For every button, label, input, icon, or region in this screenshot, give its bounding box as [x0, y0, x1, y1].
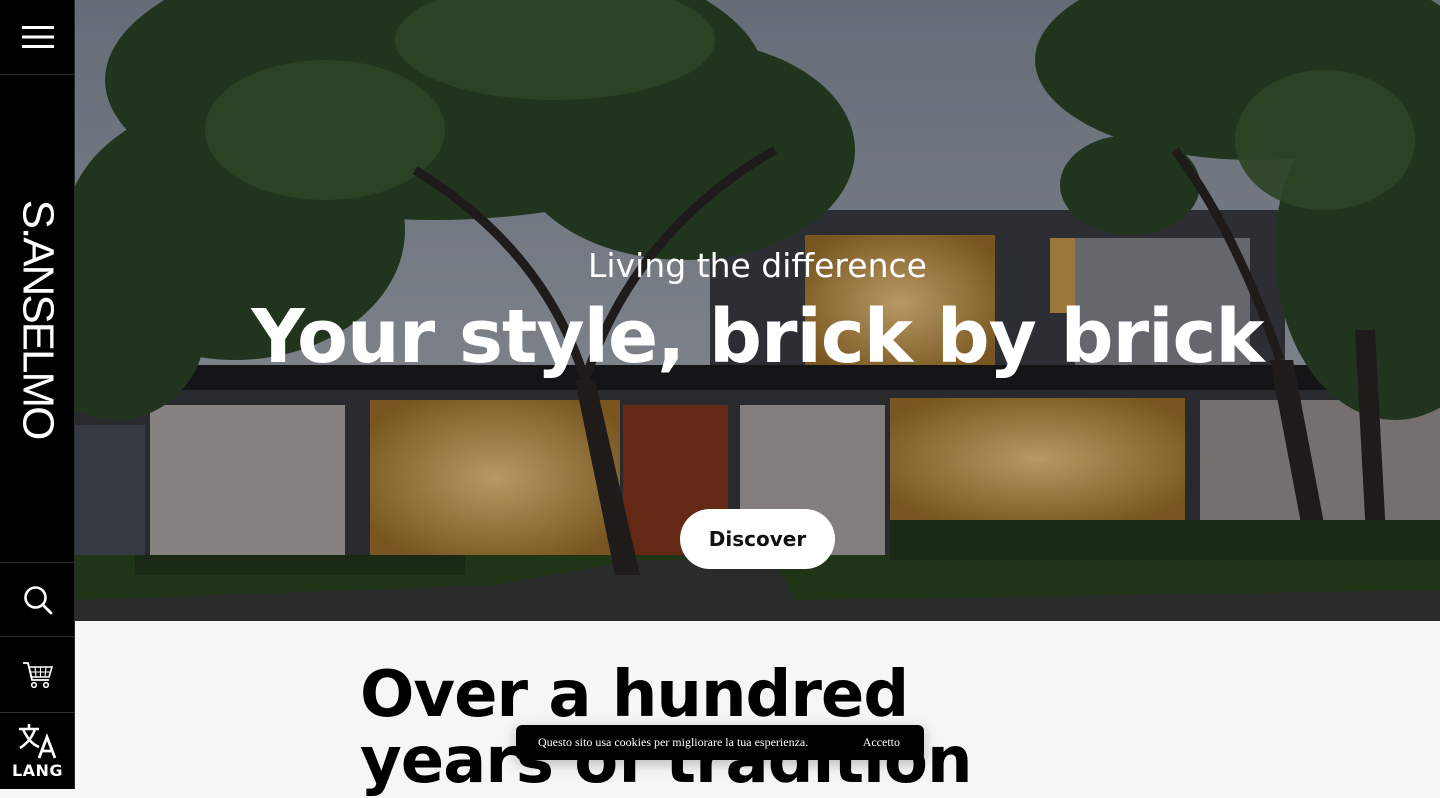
logo-link[interactable]: S.ANSELMO	[0, 76, 75, 561]
hamburger-menu-icon	[21, 26, 54, 48]
brand-logo: S.ANSELMO	[13, 199, 63, 438]
translate-icon	[18, 724, 56, 759]
cart-button[interactable]	[0, 638, 75, 713]
hero-title: Your style, brick by brick	[251, 294, 1264, 380]
cookie-message: Questo sito usa cookies per migliorare l…	[538, 735, 809, 749]
language-button[interactable]: LANG	[0, 714, 75, 789]
cart-icon	[22, 662, 53, 689]
cookie-accept-button[interactable]: Accetto	[863, 735, 900, 750]
language-label: LANG	[11, 761, 64, 780]
hero-section: Living the difference Your style, brick …	[75, 0, 1440, 621]
menu-button[interactable]	[0, 0, 75, 75]
search-icon	[23, 585, 52, 614]
cookie-banner: Questo sito usa cookies per migliorare l…	[516, 725, 924, 760]
hero-subtitle: Living the difference	[588, 246, 927, 285]
discover-button[interactable]: Discover	[680, 509, 835, 569]
search-button[interactable]	[0, 562, 75, 637]
sidebar: S.ANSELMO LANG	[0, 0, 75, 789]
